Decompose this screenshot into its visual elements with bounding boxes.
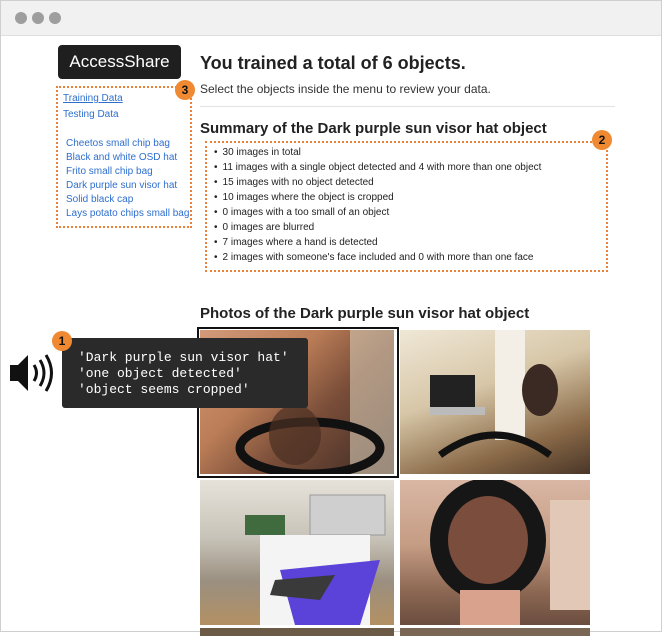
tts-line: 'one object detected': [78, 366, 242, 381]
summary-item: 10 images where the object is cropped: [214, 190, 541, 205]
window-titlebar: [1, 1, 661, 36]
object-link-frito[interactable]: Frito small chip bag: [66, 166, 153, 177]
summary-item: 30 images in total: [214, 145, 541, 160]
photo-thumbnail[interactable]: [400, 628, 590, 636]
summary-item: 15 images with no object detected: [214, 175, 541, 190]
photo-scene-desk: [245, 494, 386, 625]
summary-title: Summary of the Dark purple sun visor hat…: [200, 120, 547, 137]
object-link-lays[interactable]: Lays potato chips small bag: [66, 208, 189, 219]
divider: [200, 106, 615, 107]
window-minimize-dot[interactable]: [32, 12, 44, 24]
summary-item: 2 images with someone's face included an…: [214, 250, 541, 265]
photo-scene-laptop: [430, 330, 558, 458]
screen-reader-output: 'Dark purple sun visor hat' 'one object …: [62, 338, 308, 408]
object-link-osd-hat[interactable]: Black and white OSD hat: [66, 152, 177, 163]
photo-thumbnail[interactable]: [200, 480, 394, 625]
summary-item: 7 images where a hand is detected: [214, 235, 541, 250]
page-subtitle: Select the objects inside the menu to re…: [200, 82, 491, 96]
callout-badge-2: 2: [592, 130, 612, 150]
nav-testing-data[interactable]: Testing Data: [63, 109, 119, 120]
summary-item: 0 images are blurred: [214, 220, 541, 235]
brand-logo: AccessShare: [58, 45, 181, 79]
photo-scene-visor-hand: [430, 480, 590, 625]
summary-list: 30 images in total 11 images with a sing…: [214, 145, 542, 265]
photo-thumbnail[interactable]: [200, 628, 394, 636]
tts-line: 'Dark purple sun visor hat': [78, 350, 289, 365]
page-title: You trained a total of 6 objects.: [200, 53, 466, 73]
object-link-black-cap[interactable]: Solid black cap: [66, 194, 133, 205]
tts-line: 'object seems cropped': [78, 382, 250, 397]
object-link-cheetos[interactable]: Cheetos small chip bag: [66, 138, 170, 149]
speaker-icon: [10, 354, 53, 392]
photo-thumbnail[interactable]: [400, 480, 590, 625]
window-zoom-dot[interactable]: [49, 12, 61, 24]
callout-badge-3: 3: [175, 80, 195, 100]
window-close-dot[interactable]: [15, 12, 27, 24]
photos-title: Photos of the Dark purple sun visor hat …: [200, 305, 530, 322]
photo-thumbnail[interactable]: [400, 330, 590, 474]
nav-training-data[interactable]: Training Data: [63, 93, 123, 104]
object-link-sun-visor[interactable]: Dark purple sun visor hat: [66, 180, 177, 191]
summary-item: 0 images with a too small of an object: [214, 205, 541, 220]
summary-item: 11 images with a single object detected …: [214, 160, 542, 175]
callout-badge-1: 1: [52, 331, 72, 351]
